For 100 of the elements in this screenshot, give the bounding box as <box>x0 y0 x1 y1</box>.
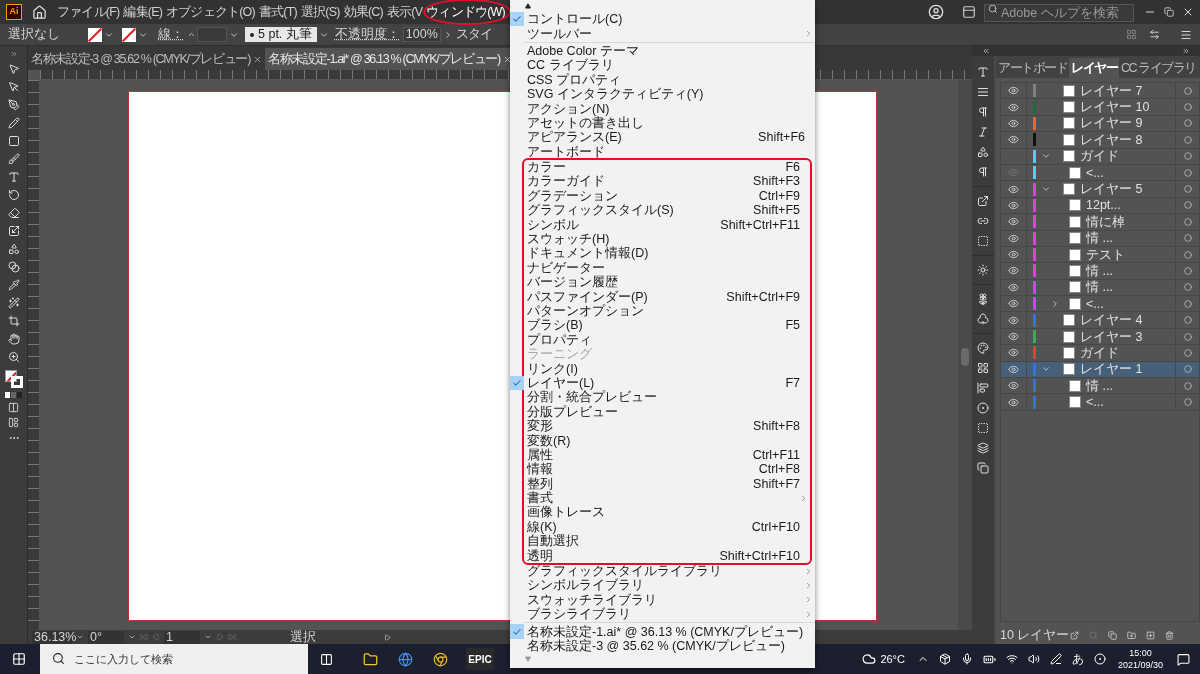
align-icon[interactable] <box>977 382 989 394</box>
stroke-weight-field[interactable] <box>197 27 227 42</box>
browser-icon[interactable] <box>433 651 448 667</box>
target-circle-icon[interactable] <box>1183 365 1192 374</box>
menu-item[interactable]: 書式 <box>510 490 810 506</box>
selection-arrow-icon[interactable] <box>7 63 20 75</box>
menu-item[interactable]: SVG インタラクティビティ(Y) <box>510 86 815 102</box>
menu-title[interactable]: 効果(C) <box>341 2 385 22</box>
eye-icon[interactable] <box>1008 314 1019 326</box>
rotation-field[interactable]: 0° <box>88 630 124 644</box>
italic-icon[interactable] <box>977 126 989 138</box>
eye-icon[interactable] <box>1008 298 1019 310</box>
eye-icon[interactable] <box>1008 117 1019 129</box>
menu-item[interactable]: ドキュメント情報(D) <box>510 246 810 261</box>
club-icon[interactable] <box>977 313 989 325</box>
target-circle-icon[interactable] <box>1183 234 1192 243</box>
menu-item[interactable]: 名称未設定-1.ai* @ 36.13 % (CMYK/プレビュー) <box>510 624 815 639</box>
target-circle-icon[interactable] <box>1183 185 1192 194</box>
opacity-field[interactable]: 100% <box>402 27 441 42</box>
sun-icon[interactable] <box>977 264 989 276</box>
scroll-up-icon[interactable] <box>524 3 531 9</box>
shapes-icon[interactable] <box>7 243 20 255</box>
notification-icon[interactable] <box>1177 652 1190 666</box>
hand-icon[interactable] <box>7 333 20 345</box>
menu-item[interactable]: グラフィックスタイル(S) Shift+F5 <box>510 203 810 218</box>
menu-item[interactable]: 整列 Shift+F7 <box>510 476 810 491</box>
pencil-icon[interactable] <box>7 117 20 129</box>
target-circle-icon[interactable] <box>1183 201 1192 210</box>
app-tray-icon[interactable] <box>1093 653 1106 665</box>
type-icon[interactable] <box>7 171 20 183</box>
menu-item[interactable]: 名称未設定-3 @ 35.62 % (CMYK/プレビュー) <box>510 638 815 654</box>
target-circle-icon[interactable] <box>1183 103 1192 112</box>
menu-item[interactable]: パスファインダー(P) Shift+Ctrl+F9 <box>510 289 810 304</box>
panel-tab[interactable]: アートボード <box>996 58 1069 78</box>
layer-row[interactable]: 12pt... <box>1001 197 1199 215</box>
wifi-icon[interactable] <box>1005 653 1018 665</box>
caret-icon[interactable] <box>76 633 84 641</box>
copy-squares-icon[interactable] <box>977 462 989 474</box>
menu-item[interactable]: グラデーション Ctrl+F9 <box>510 188 810 204</box>
eye-icon[interactable] <box>1008 85 1019 97</box>
layer-row[interactable]: <... <box>1001 296 1199 313</box>
close-icon[interactable] <box>502 54 512 64</box>
artboard-field[interactable]: 1 <box>164 630 200 644</box>
task-view-icon[interactable] <box>320 652 333 666</box>
menu-item[interactable]: アピアランス(E) Shift+F6 <box>510 130 815 145</box>
eye-icon[interactable] <box>1008 380 1019 392</box>
menu-item[interactable]: カラー F6 <box>510 159 810 175</box>
menu-item[interactable]: シンボル Shift+Ctrl+F11 <box>510 217 810 232</box>
palette-icon[interactable] <box>977 342 989 354</box>
menu-item[interactable]: 変数(R) <box>510 433 810 448</box>
fill-stroke-icon[interactable] <box>4 370 23 388</box>
eye-icon[interactable] <box>1008 183 1019 195</box>
menu-item[interactable]: 属性 Ctrl+F11 <box>510 447 810 463</box>
menu-item[interactable]: 分割・統合プレビュー <box>510 390 810 405</box>
crop-icon[interactable] <box>7 315 20 327</box>
rectangle-icon[interactable] <box>7 135 20 147</box>
menu-title[interactable]: 表示(V <box>384 2 425 22</box>
align-arrows-icon[interactable] <box>1149 29 1160 40</box>
eye-icon[interactable] <box>1008 232 1019 244</box>
close-icon[interactable] <box>253 54 262 64</box>
taskbar-search-field[interactable]: ここに入力して検索 <box>40 644 308 674</box>
eye-icon[interactable] <box>1008 134 1019 146</box>
target-circle-icon[interactable] <box>1183 135 1192 144</box>
clock-time[interactable]: 15:00 <box>1129 647 1152 659</box>
menu-item[interactable]: 情報 Ctrl+F8 <box>510 462 810 477</box>
menu-item[interactable]: 画像トレース <box>510 505 810 520</box>
new-layer-icon[interactable] <box>1146 630 1156 640</box>
target-circle-icon[interactable] <box>1183 119 1192 128</box>
layer-row[interactable]: レイヤー 7 <box>1001 83 1199 100</box>
windows-start-icon[interactable] <box>12 652 26 666</box>
menu-item[interactable]: 変形 Shift+F8 <box>510 418 810 434</box>
export-icon[interactable] <box>977 195 989 207</box>
layer-row[interactable]: レイヤー 10 <box>1001 99 1199 116</box>
panel-tab[interactable]: レイヤー <box>1069 58 1119 78</box>
layer-row[interactable]: レイヤー 9 <box>1001 115 1199 133</box>
eye-icon[interactable] <box>1008 249 1019 261</box>
menu-title[interactable]: オブジェクト(O) <box>164 2 257 22</box>
menu-item[interactable]: 分版プレビュー <box>510 404 810 419</box>
layer-row[interactable]: <... <box>1001 164 1199 182</box>
target-circle-icon[interactable] <box>1183 168 1192 177</box>
eye-icon[interactable] <box>1008 347 1019 359</box>
target-circle-icon[interactable] <box>1183 267 1192 275</box>
microphone-icon[interactable] <box>960 653 973 665</box>
target-circle-icon[interactable] <box>1183 86 1192 95</box>
home-icon[interactable] <box>32 4 47 20</box>
close-icon[interactable] <box>1182 6 1194 18</box>
box-icon[interactable] <box>938 653 951 665</box>
caret-icon[interactable] <box>204 633 212 641</box>
status-menu-icon[interactable] <box>384 633 391 641</box>
layer-row[interactable]: レイヤー 4 <box>1001 312 1199 329</box>
menu-item[interactable]: ツールバー <box>510 26 815 41</box>
layer-row[interactable]: ガイド <box>1001 148 1199 165</box>
menu-item[interactable]: CSS プロパティ <box>510 72 815 87</box>
menu-item[interactable]: 自動選択 <box>510 534 810 549</box>
menu-item[interactable]: アートボード <box>510 144 815 159</box>
fill-swatch-icon[interactable] <box>88 27 102 42</box>
eye-icon[interactable] <box>1008 199 1019 211</box>
layer-row[interactable]: レイヤー 3 <box>1001 328 1199 346</box>
menu-item[interactable]: アクション(N) <box>510 101 815 116</box>
menu-title[interactable]: 編集(E) <box>121 2 165 22</box>
